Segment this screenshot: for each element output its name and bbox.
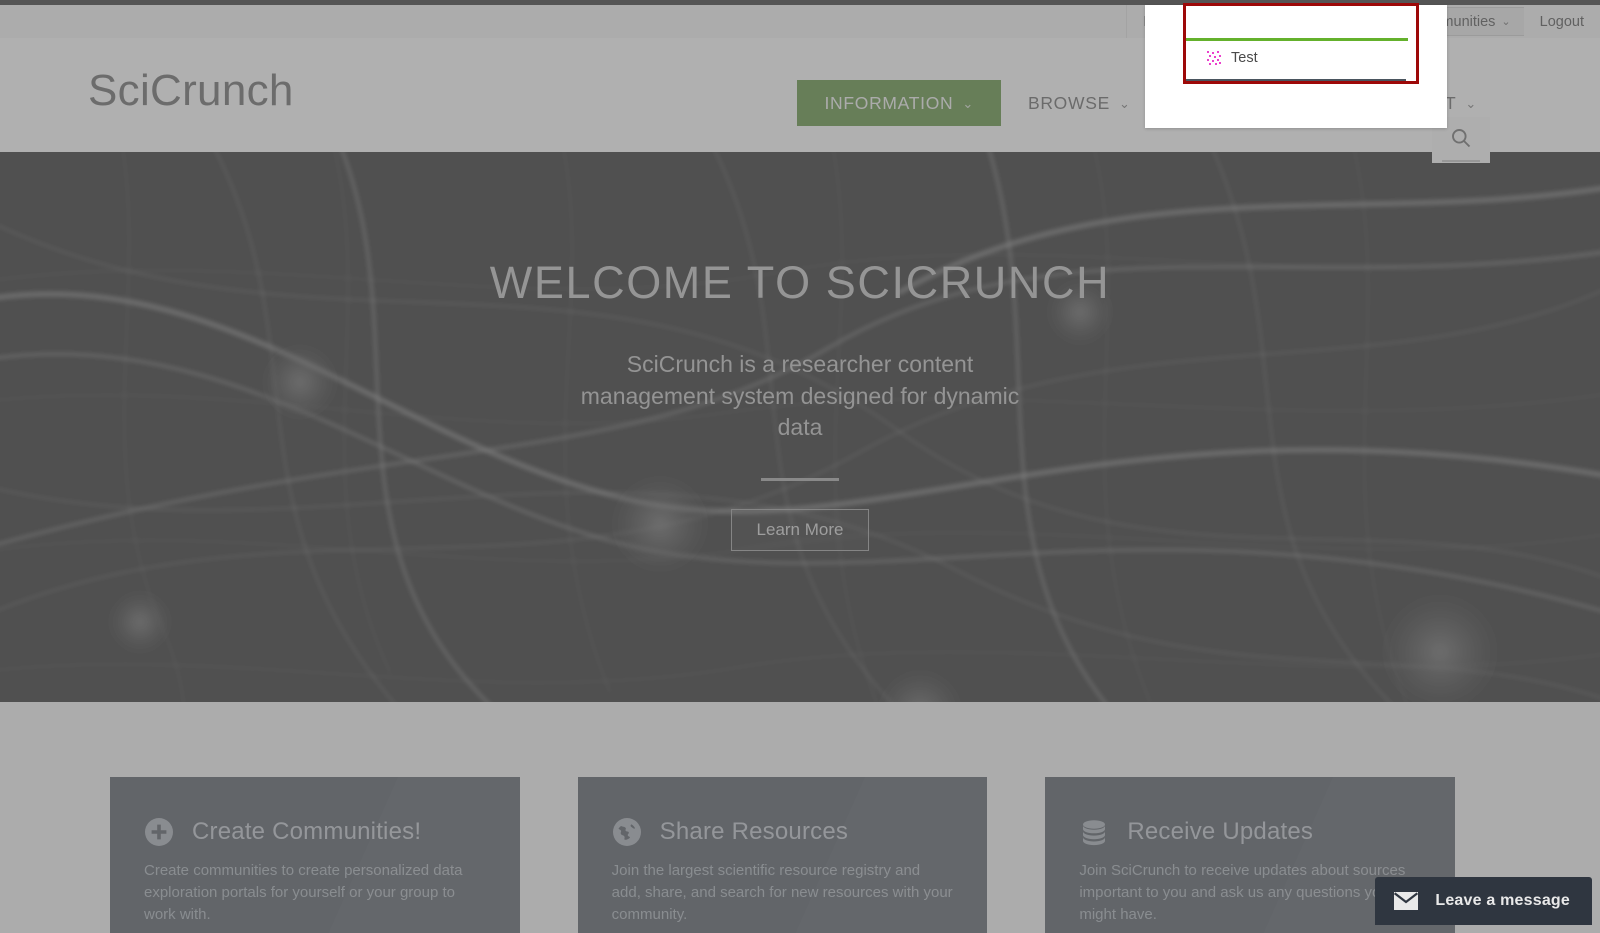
plus-circle-icon xyxy=(144,817,174,847)
learn-more-button[interactable]: Learn More xyxy=(730,509,870,552)
search-underline xyxy=(1442,160,1480,162)
feature-card-list: Create Communities! Create communities t… xyxy=(110,777,1456,933)
globe-icon xyxy=(612,817,642,847)
feature-card-title: Create Communities! xyxy=(192,818,422,845)
online-users-dropdown-menu: Test xyxy=(1184,38,1408,83)
chevron-down-icon: ⌄ xyxy=(1465,96,1477,111)
feature-card[interactable]: Share Resources Join the largest scienti… xyxy=(577,777,988,933)
feature-card-title: Share Resources xyxy=(659,818,849,845)
feature-card-title: Receive Updates xyxy=(1127,818,1314,845)
dropdown-item-test[interactable]: Test xyxy=(1184,41,1408,75)
page-root: WELCOME TO SCICRUNCH SciCrunch is a rese… xyxy=(0,0,1600,933)
chevron-down-icon: ⌄ xyxy=(962,96,974,111)
envelope-icon xyxy=(1393,891,1419,911)
features-section: Create Communities! Create communities t… xyxy=(0,702,1600,933)
search-icon xyxy=(1450,127,1472,154)
nav-item-information[interactable]: INFORMATION ⌄ xyxy=(797,80,1001,126)
feature-card-body: Join the largest scientific resource reg… xyxy=(611,862,953,924)
leave-a-message-widget[interactable]: Leave a message xyxy=(1375,877,1592,925)
site-logo[interactable]: SciCrunch xyxy=(88,66,294,116)
nav-item-browse[interactable]: BROWSE ⌄ xyxy=(1001,80,1158,126)
feature-card-body: Create communities to create personalize… xyxy=(144,862,463,924)
hero-subtitle: SciCrunch is a researcher content manage… xyxy=(580,351,1020,441)
qr-avatar-icon xyxy=(1206,50,1222,66)
nav-item-label: INFORMATION xyxy=(824,92,954,113)
dropdown-item-label: Test xyxy=(1231,50,1258,66)
dropdown-footer-bar xyxy=(1186,79,1406,83)
leave-a-message-label: Leave a message xyxy=(1435,892,1570,909)
hero-section: WELCOME TO SCICRUNCH SciCrunch is a rese… xyxy=(0,152,1600,702)
hero-divider xyxy=(761,478,839,482)
chevron-down-icon: ⌄ xyxy=(1118,96,1131,111)
database-icon xyxy=(1079,817,1109,847)
logout-button[interactable]: Logout xyxy=(1523,5,1600,38)
hero-title: WELCOME TO SCICRUNCH xyxy=(489,257,1111,308)
feature-card-body: Join SciCrunch to receive updates about … xyxy=(1079,862,1406,924)
chevron-down-icon: ⌄ xyxy=(1501,16,1511,28)
nav-item-label: BROWSE xyxy=(1027,92,1110,113)
feature-card[interactable]: Create Communities! Create communities t… xyxy=(110,777,520,933)
